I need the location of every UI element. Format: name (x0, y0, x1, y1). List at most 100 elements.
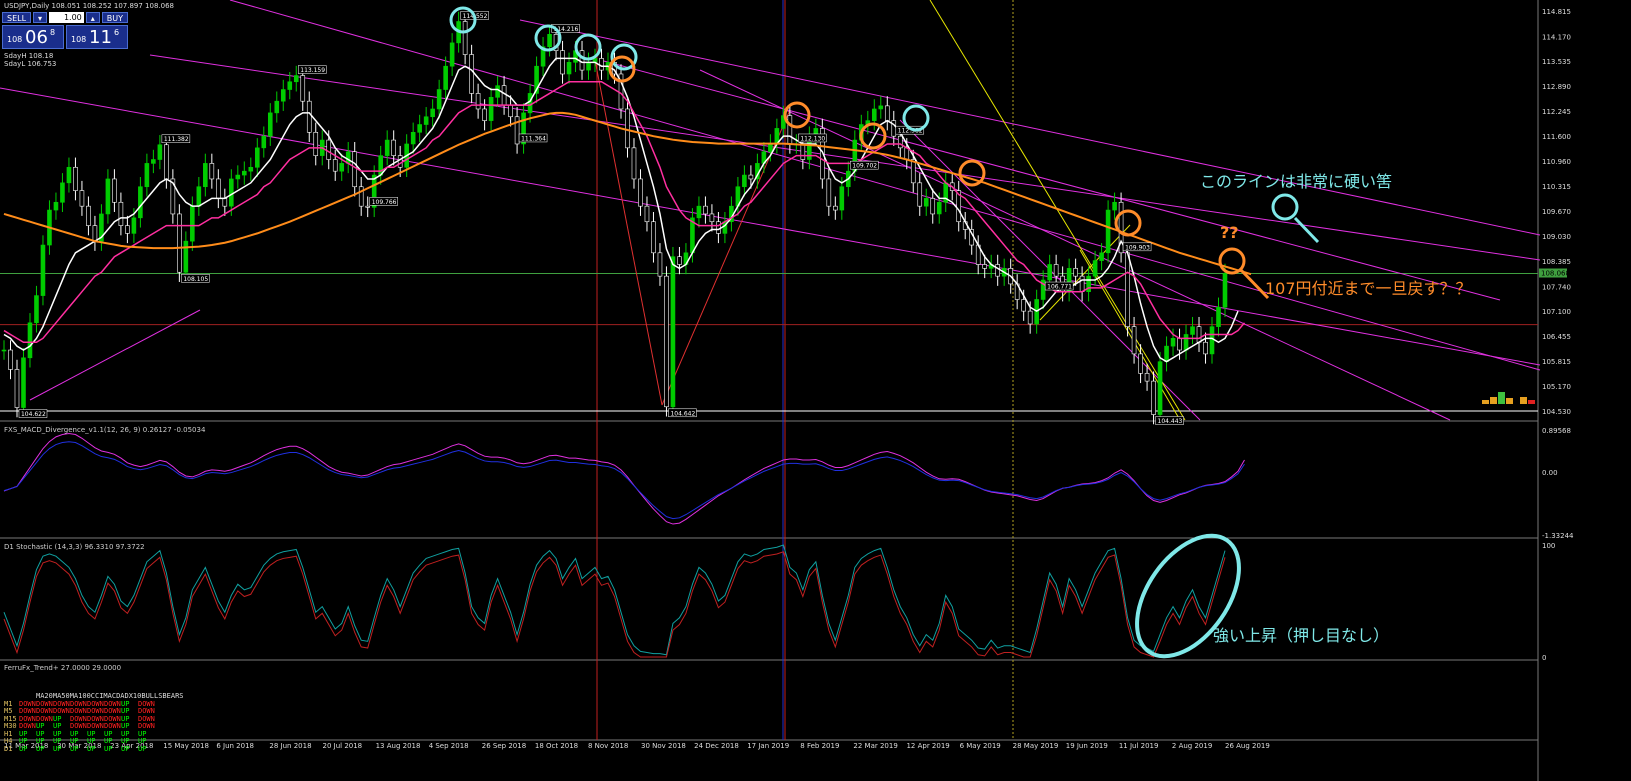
date-tick-label: 22 Mar 2019 (853, 742, 897, 750)
candle-body (716, 221, 721, 234)
date-tick-label: 6 Jun 2018 (216, 742, 254, 750)
macd-panel-title: FXS_MACD_Divergence_v1.1(12, 26, 9) 0.26… (4, 426, 206, 434)
swing-label: 113.159 (300, 67, 325, 74)
buy-price-main: 11 (89, 27, 112, 48)
candle-body (1021, 299, 1026, 312)
candle-body (696, 205, 702, 219)
candle-body (222, 198, 228, 207)
candle-body (897, 135, 903, 149)
price-tick-label: 114.170 (1542, 33, 1571, 41)
candle-body (1131, 326, 1137, 355)
price-tick-label: 105.815 (1542, 358, 1571, 366)
candle-body (92, 225, 98, 242)
date-tick-label: 26 Aug 2019 (1225, 742, 1270, 750)
candle-body (560, 50, 565, 75)
candle-body (742, 174, 747, 188)
candle-body (469, 54, 474, 94)
candle-body (1073, 268, 1078, 277)
candle-body (839, 186, 845, 211)
candle-body (871, 108, 877, 121)
candle-body (21, 357, 26, 408)
signal-bar (1528, 400, 1535, 404)
swing-label: 104.622 (21, 411, 46, 418)
sell-price-button[interactable]: 108 06 8 (2, 25, 64, 49)
trend-cell: UP (121, 744, 130, 753)
candle-body (884, 105, 890, 121)
candle-body (644, 205, 650, 223)
candle-body (397, 155, 403, 168)
trend-cell: UP (53, 744, 62, 753)
swing-label: 104.642 (670, 410, 695, 417)
orange-highlight-circle (859, 122, 887, 150)
trend-cell: UP (104, 744, 113, 753)
macd-tick-label: 0.89568 (1542, 427, 1571, 435)
candle-body (1190, 326, 1195, 335)
candle-body (1047, 264, 1052, 281)
date-tick-label: 6 May 2019 (960, 742, 1001, 750)
macd-signal-line (3, 441, 1245, 520)
date-tick-label: 30 Nov 2018 (641, 742, 686, 750)
candle-body (1105, 209, 1111, 254)
date-tick-label: 8 Nov 2018 (588, 742, 628, 750)
lot-up-arrow-icon[interactable]: ▴ (85, 12, 100, 23)
candle-body (917, 182, 923, 207)
candle-body (216, 178, 221, 199)
candle-body (60, 182, 65, 203)
candle-body (787, 115, 793, 145)
swing-label: 111.382 (164, 136, 189, 143)
trend-line (519, 19, 1541, 236)
candle-body (436, 89, 442, 110)
signal-bar (1506, 398, 1513, 404)
candle-body (261, 135, 267, 149)
trend-line (149, 54, 1541, 261)
candle-body (1222, 273, 1228, 308)
day-low-info: SdayL 106.753 (4, 60, 57, 68)
candle-body (423, 116, 429, 125)
candle-body (267, 112, 273, 137)
date-tick-label: 13 Aug 2018 (376, 742, 421, 750)
candle-body (177, 213, 182, 273)
lot-down-arrow-icon[interactable]: ▾ (33, 12, 48, 23)
date-tick-label: 2 Aug 2019 (1172, 742, 1212, 750)
candle-body (547, 34, 552, 48)
buy-button[interactable]: BUY (101, 12, 128, 23)
buy-price-button[interactable]: 108 11 6 (66, 25, 128, 49)
candle-body (631, 147, 637, 180)
trend-cell: UP (87, 744, 96, 753)
price-tick-label: 110.960 (1542, 158, 1571, 166)
lot-size-input[interactable]: 1.00 (49, 12, 84, 23)
stochastic-tick-label: 100 (1542, 542, 1555, 550)
trend-line (699, 69, 1451, 421)
candle-body (313, 131, 319, 156)
candle-body (293, 75, 299, 83)
candle-body (157, 144, 163, 160)
candle-body (1203, 341, 1208, 355)
candle-body (332, 159, 338, 172)
candle-body (1092, 260, 1098, 277)
candle-body (66, 166, 72, 184)
price-tick-label: 106.455 (1542, 333, 1571, 341)
candle-body (488, 97, 494, 121)
candle-body (14, 369, 20, 408)
candle-body (378, 155, 383, 176)
macd-tick-label: -1.33244 (1542, 532, 1574, 540)
candle-body (73, 166, 78, 191)
price-tick-label: 113.535 (1542, 58, 1571, 66)
annotation-return-107: 107円付近まで一旦戻す？？ (1265, 279, 1472, 298)
candle-body (1151, 380, 1156, 415)
candle-body (27, 322, 33, 359)
stochastic-main-line (3, 544, 1226, 656)
candle-body (599, 58, 604, 71)
candle-body (670, 256, 676, 408)
annotation-strong-rise: 強い上昇（押し目なし） (1213, 626, 1390, 645)
sell-button[interactable]: SELL (2, 12, 32, 23)
candle-body (190, 205, 195, 242)
trend-cell: UP (70, 744, 79, 753)
swing-label: 109.766 (372, 199, 397, 206)
price-tick-label: 112.245 (1542, 108, 1571, 116)
candle-body (86, 205, 91, 226)
annotation-marks: 104.622111.382108.105113.159109.766114.5… (18, 6, 1535, 659)
cyan-highlight-circle (574, 33, 602, 61)
candle-body (1183, 334, 1189, 351)
trend-timeframe: D1 (4, 744, 13, 753)
